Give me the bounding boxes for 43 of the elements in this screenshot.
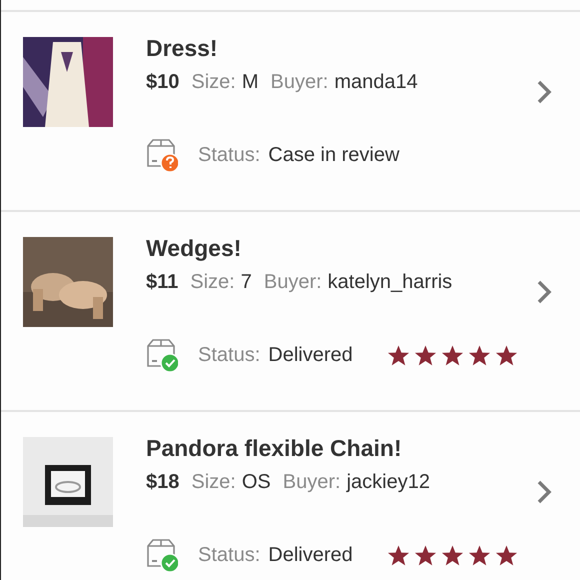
item-title: Wedges! — [146, 234, 242, 262]
size-value: OS — [242, 470, 271, 494]
star-icon — [414, 344, 437, 366]
item-title: Dress! — [146, 34, 219, 62]
buyer-label: Buyer: — [282, 470, 341, 494]
size-label: Size: — [191, 470, 236, 494]
order-row[interactable]: Dress! $10 Size: M Buyer: manda14 Status: Case in review — [1, 12, 580, 212]
size-value: M — [242, 70, 259, 94]
status-value: Delivered — [268, 543, 353, 567]
size-value: 7 — [240, 270, 252, 294]
status-value: Case in review — [268, 143, 400, 167]
buyer-name: jackiey12 — [346, 470, 430, 494]
package-question-icon — [146, 138, 178, 172]
star-icon — [468, 344, 491, 366]
price: $10 — [146, 70, 180, 94]
star-icon — [494, 344, 518, 366]
package-check-icon — [146, 538, 178, 572]
buyer-name: katelyn_harris — [328, 270, 452, 294]
star-icon — [386, 544, 410, 566]
chevron-right-icon[interactable] — [536, 280, 552, 304]
size-label: Size: — [191, 70, 236, 94]
status-label: Status: — [198, 543, 260, 567]
chevron-right-icon[interactable] — [536, 480, 552, 504]
star-icon — [440, 544, 464, 566]
status-label: Status: — [198, 143, 260, 167]
item-title: Pandora flexible Chain! — [146, 434, 403, 462]
star-icon — [414, 544, 437, 566]
price: $18 — [146, 470, 180, 494]
status-value: Delivered — [268, 343, 353, 367]
price: $11 — [146, 270, 178, 294]
star-icon — [386, 344, 410, 366]
buyer-name: manda14 — [334, 70, 418, 94]
buyer-label: Buyer: — [264, 270, 322, 294]
order-row[interactable]: Wedges! $11 Size: 7 Buyer: katelyn_harris Status: Delivered — [1, 212, 580, 412]
star-icon — [494, 544, 518, 566]
status-label: Status: — [198, 343, 260, 367]
star-icon — [468, 544, 491, 566]
size-label: Size: — [190, 270, 235, 294]
order-row[interactable]: Pandora flexible Chain! $18 Size: OS Buyer: jackiey12 Status: Delivered — [1, 412, 580, 580]
star-icon — [440, 344, 464, 366]
buyer-label: Buyer: — [270, 70, 328, 94]
package-check-icon — [146, 338, 178, 372]
chevron-right-icon[interactable] — [536, 80, 552, 104]
